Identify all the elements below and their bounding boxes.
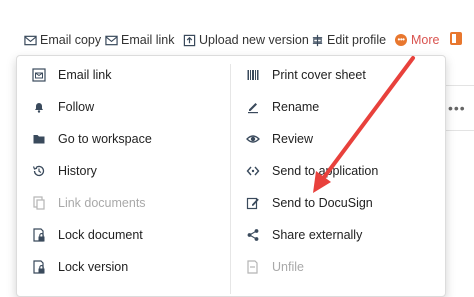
email-link-button[interactable]: Email link: [105, 31, 175, 49]
email-copy-button[interactable]: Email copy: [24, 31, 101, 49]
link-documents-icon: [32, 196, 46, 210]
email-copy-icon: [24, 34, 37, 47]
menu-item-label: Go to workspace: [58, 132, 152, 146]
more-dots-icon: •••: [395, 34, 407, 46]
rename-pencil-icon: [246, 100, 260, 114]
document-toolbar: Email copy Email link Upload new version…: [0, 0, 474, 56]
share-icon: [246, 228, 260, 242]
docusign-edit-icon: [246, 196, 260, 210]
menu-item-link-documents[interactable]: Link documents: [32, 191, 146, 215]
more-button[interactable]: ••• More: [395, 31, 439, 49]
background-divider: [446, 130, 474, 131]
send-to-application-icon: [246, 164, 260, 178]
email-link-icon: [105, 34, 118, 47]
menu-item-label: Send to DocuSign: [272, 196, 373, 210]
menu-item-label: Review: [272, 132, 313, 146]
menu-item-label: Follow: [58, 100, 95, 114]
menu-item-lock-document[interactable]: Lock document: [32, 223, 143, 247]
menu-item-share-externally[interactable]: Share externally: [246, 223, 362, 247]
menu-column-divider: [230, 64, 231, 294]
more-actions-menu: Email link Follow Go to workspace Histor…: [16, 55, 446, 297]
lock-document-icon: [32, 228, 46, 242]
menu-item-rename[interactable]: Rename: [246, 95, 319, 119]
menu-item-lock-version[interactable]: Lock version: [32, 255, 128, 279]
menu-item-email-link[interactable]: Email link: [32, 63, 112, 87]
menu-item-follow[interactable]: Follow: [32, 95, 94, 119]
upload-new-version-label: Upload new version: [199, 33, 309, 47]
menu-item-label: Send to application: [272, 164, 379, 178]
menu-item-print-cover-sheet[interactable]: Print cover sheet: [246, 63, 366, 87]
email-copy-label: Email copy: [40, 33, 102, 47]
background-ellipsis-icon[interactable]: •••: [448, 100, 466, 116]
menu-item-label: Share externally: [272, 228, 363, 242]
unfile-icon: [246, 260, 260, 274]
history-icon: [32, 164, 46, 178]
menu-item-send-to-application[interactable]: Send to application: [246, 159, 378, 183]
upload-icon: [183, 34, 196, 47]
lock-version-icon: [32, 260, 46, 274]
menu-item-label: Email link: [58, 68, 112, 82]
email-link-icon: [32, 68, 46, 82]
bell-icon: [32, 100, 46, 114]
menu-item-label: Rename: [272, 100, 320, 114]
menu-item-label: Lock version: [58, 260, 129, 274]
menu-item-history[interactable]: History: [32, 159, 97, 183]
side-panel-toggle-icon[interactable]: [450, 32, 462, 45]
menu-item-label: Unfile: [272, 260, 304, 274]
menu-item-label: History: [58, 164, 97, 178]
menu-item-send-to-docusign[interactable]: Send to DocuSign: [246, 191, 373, 215]
menu-item-label: Lock document: [58, 228, 143, 242]
folder-icon: [32, 132, 46, 146]
email-link-label: Email link: [121, 33, 175, 47]
menu-item-label: Print cover sheet: [272, 68, 366, 82]
eye-icon: [246, 132, 260, 146]
edit-profile-label: Edit profile: [327, 33, 387, 47]
background-divider: [445, 85, 474, 86]
barcode-icon: [246, 68, 260, 82]
upload-new-version-button[interactable]: Upload new version: [183, 31, 309, 49]
menu-item-review[interactable]: Review: [246, 127, 313, 151]
menu-item-go-to-workspace[interactable]: Go to workspace: [32, 127, 152, 151]
menu-item-unfile[interactable]: Unfile: [246, 255, 304, 279]
menu-item-label: Link documents: [58, 196, 146, 210]
edit-profile-button[interactable]: Edit profile: [311, 31, 386, 49]
edit-profile-icon: [311, 34, 324, 47]
more-label: More: [411, 33, 440, 47]
